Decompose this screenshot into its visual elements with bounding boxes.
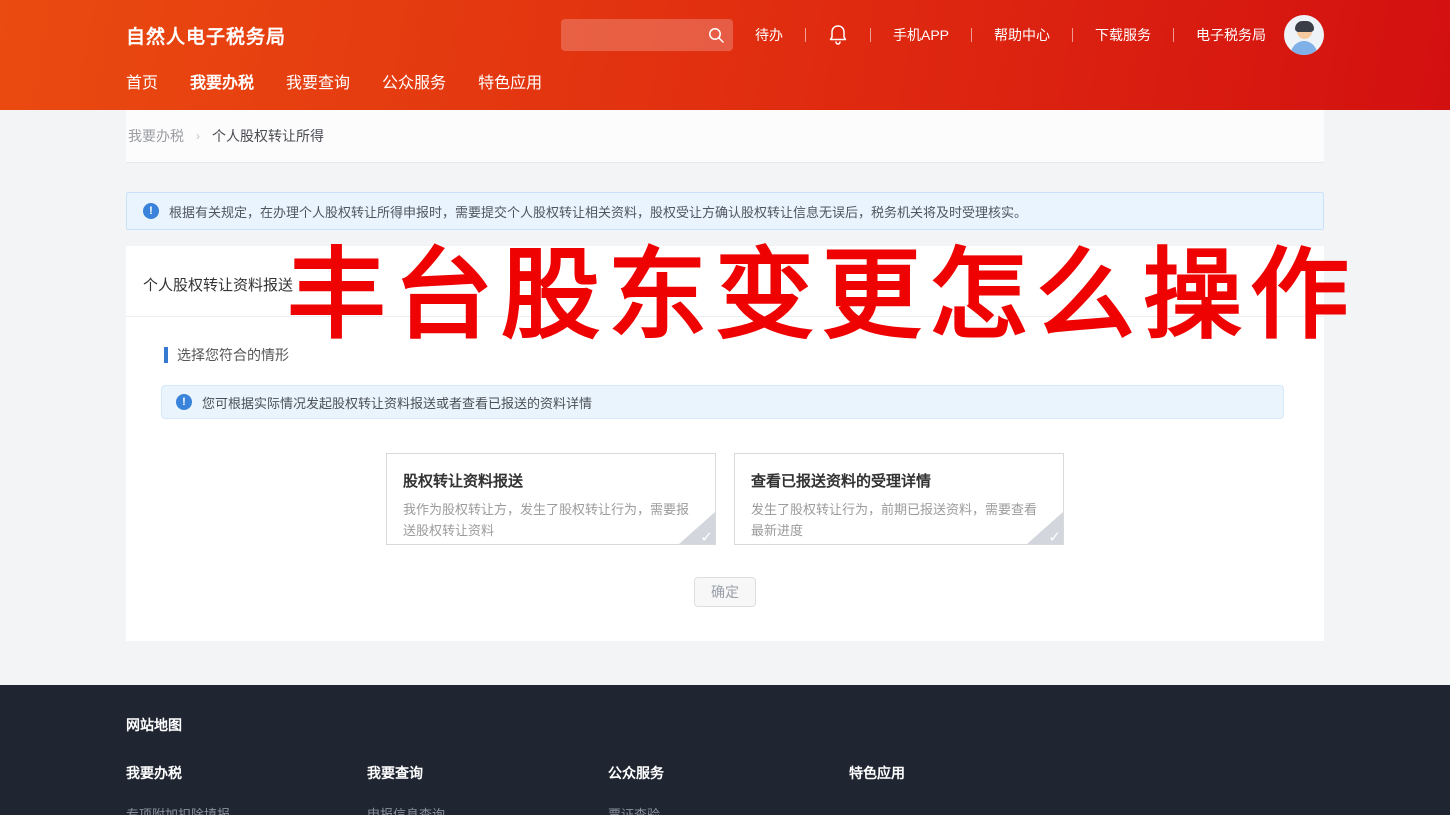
download-service-link[interactable]: 下载服务 [1095, 25, 1151, 45]
app-header: 自然人电子税务局 待办 手机APP 帮助中心 下载服务 电子税务局 首页 我要办… [0, 0, 1450, 110]
help-center-link[interactable]: 帮助中心 [994, 25, 1050, 45]
divider [971, 28, 972, 42]
nav-tab-query[interactable]: 我要查询 [286, 70, 350, 110]
breadcrumb: 我要办税 › 个人股权转让所得 [128, 126, 324, 146]
nav-tab-tax-handling[interactable]: 我要办税 [190, 70, 254, 110]
footer-link[interactable]: 申报信息查询 [367, 804, 608, 815]
info-icon: ! [143, 203, 159, 219]
alert-text: 根据有关规定，在办理个人股权转让所得申报时，需要提交个人股权转让相关资料，股权受… [169, 204, 1028, 220]
nav-tab-home[interactable]: 首页 [126, 70, 158, 110]
section-title: 选择您符合的情形 [177, 347, 289, 363]
main-nav: 首页 我要办税 我要查询 公众服务 特色应用 [126, 70, 1324, 110]
breadcrumb-parent[interactable]: 我要办税 [128, 126, 184, 146]
page-info-alert: ! 根据有关规定，在办理个人股权转让所得申报时，需要提交个人股权转让相关资料，股… [126, 192, 1324, 230]
etax-bureau-link[interactable]: 电子税务局 [1196, 25, 1266, 45]
site-footer: 网站地图 我要办税 专项附加扣除填报 我要查询 申报信息查询 公众服务 票证查验… [0, 685, 1450, 815]
divider [804, 28, 806, 42]
footer-col-header: 特色应用 [849, 765, 905, 781]
search-box[interactable] [560, 19, 733, 51]
divider [1072, 28, 1073, 42]
breadcrumb-band: 我要办税 › 个人股权转让所得 [126, 110, 1324, 163]
option-title: 股权转让资料报送 [403, 473, 524, 490]
footer-col-header: 公众服务 [608, 765, 664, 781]
notification-bell-icon[interactable] [828, 24, 848, 46]
divider [126, 316, 1324, 317]
inner-alert-text: 您可根据实际情况发起股权转让资料报送或者查看已报送的资料详情 [202, 395, 593, 411]
mobile-app-link[interactable]: 手机APP [893, 25, 949, 45]
nav-tab-special-apps[interactable]: 特色应用 [478, 70, 542, 110]
footer-col-header: 我要查询 [367, 765, 423, 781]
section-info-alert: ! 您可根据实际情况发起股权转让资料报送或者查看已报送的资料详情 [161, 385, 1284, 419]
divider [1173, 28, 1174, 42]
avatar-head [1294, 21, 1314, 39]
sitemap-title: 网站地图 [126, 717, 182, 733]
section-bar [164, 347, 168, 363]
app-logo: 自然人电子税务局 [126, 26, 287, 48]
footer-col-header: 我要办税 [126, 765, 182, 781]
search-input[interactable] [570, 27, 707, 43]
search-icon[interactable] [707, 26, 725, 44]
breadcrumb-separator-icon: › [196, 129, 200, 143]
option-card-submit-materials[interactable]: 股权转让资料报送 我作为股权转让方，发生了股权转让行为，需要报送股权转让资料 ✓ [386, 453, 716, 545]
option-title: 查看已报送资料的受理详情 [751, 473, 932, 490]
footer-link[interactable]: 专项附加扣除填报 [126, 804, 367, 815]
user-avatar[interactable] [1284, 15, 1324, 55]
breadcrumb-current: 个人股权转让所得 [212, 128, 324, 144]
option-desc: 发生了股权转让行为，前期已报送资料，需要查看最新进度 [751, 502, 1038, 539]
nav-tab-public-service[interactable]: 公众服务 [382, 70, 446, 110]
main-panel: 个人股权转让资料报送 选择您符合的情形 ! 您可根据实际情况发起股权转让资料报送… [126, 246, 1324, 641]
page-title: 个人股权转让资料报送 [143, 277, 294, 294]
avatar-body [1291, 41, 1317, 55]
option-card-view-progress[interactable]: 查看已报送资料的受理详情 发生了股权转让行为，前期已报送资料，需要查看最新进度 … [734, 453, 1064, 545]
todo-link[interactable]: 待办 [755, 25, 783, 45]
footer-link[interactable]: 票证查验 [608, 804, 849, 815]
confirm-button[interactable]: 确定 [694, 577, 756, 607]
option-desc: 我作为股权转让方，发生了股权转让行为，需要报送股权转让资料 [403, 502, 690, 539]
info-icon: ! [176, 394, 192, 410]
divider [869, 28, 871, 42]
